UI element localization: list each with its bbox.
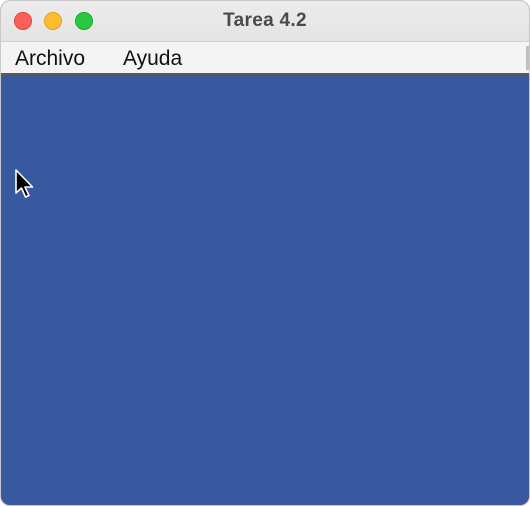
menu-bar: Archivo Ayuda <box>1 42 529 75</box>
window-title: Tarea 4.2 <box>223 10 307 31</box>
app-window: Tarea 4.2 Archivo Ayuda <box>0 0 530 506</box>
content-panel[interactable] <box>1 75 529 505</box>
title-bar[interactable]: Tarea 4.2 <box>1 1 529 42</box>
menubar-edge-divider <box>526 46 529 70</box>
menu-ayuda[interactable]: Ayuda <box>123 47 182 71</box>
mouse-pointer-icon <box>15 169 34 198</box>
menu-archivo[interactable]: Archivo <box>15 47 85 71</box>
